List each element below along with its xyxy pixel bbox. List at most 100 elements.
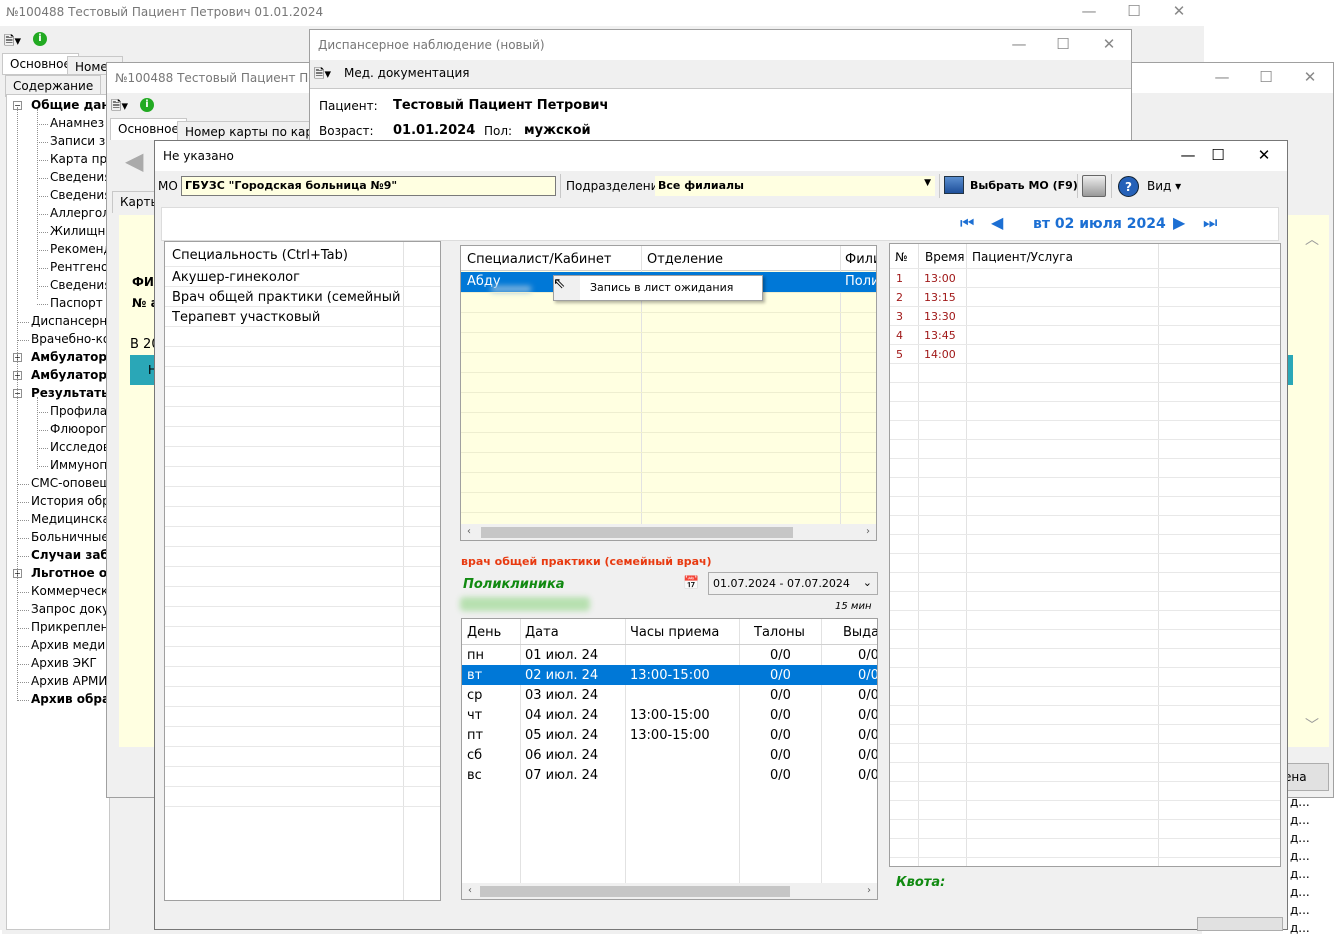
tree-item[interactable]: СМС-оповещ xyxy=(31,476,109,490)
slot-number[interactable]: 5 xyxy=(896,348,903,361)
week-date[interactable]: 01 июл. 24 xyxy=(525,648,598,663)
info-icon[interactable]: i xyxy=(33,32,47,46)
mo-field[interactable]: ГБУЗС "Городская больница №9" xyxy=(181,176,556,196)
scroll-right-icon[interactable]: › xyxy=(860,524,876,540)
week-date[interactable]: 04 июл. 24 xyxy=(525,708,598,723)
specialty-item[interactable]: Врач общей практики (семейный ... xyxy=(172,290,402,305)
document-menu-icon[interactable]: 🗎▾ xyxy=(4,32,22,49)
calendar-icon[interactable]: 📅 xyxy=(683,576,699,591)
maximize-button[interactable]: ☐ xyxy=(1251,66,1281,88)
week-hours[interactable]: 13:00-15:00 xyxy=(630,728,710,743)
scroll-left-icon[interactable]: ‹ xyxy=(462,883,478,899)
column-header[interactable]: Время xyxy=(925,250,965,264)
first-page-icon[interactable]: ⏮ xyxy=(960,213,974,233)
slot-number[interactable]: 4 xyxy=(896,329,903,342)
maximize-button[interactable]: ☐ xyxy=(1203,144,1233,166)
column-header[interactable]: Часы приема xyxy=(630,625,719,640)
week-issued[interactable]: 0/0 xyxy=(858,688,877,703)
slot-time[interactable]: 13:15 xyxy=(924,291,956,304)
tree-item[interactable]: Сведения xyxy=(50,188,109,202)
week-issued[interactable]: 0/0 xyxy=(858,648,877,663)
tree-item[interactable]: Рекоменд xyxy=(50,242,109,256)
bottom-button[interactable] xyxy=(1197,917,1283,931)
week-issued[interactable]: 0/0 xyxy=(858,748,877,763)
slot-time[interactable]: 13:45 xyxy=(924,329,956,342)
scrollbar-thumb[interactable] xyxy=(480,886,790,897)
week-tickets[interactable]: 0/0 xyxy=(770,668,791,683)
week-day[interactable]: сб xyxy=(467,748,482,763)
close-button[interactable]: ✕ xyxy=(1094,33,1124,55)
week-day[interactable]: вс xyxy=(467,768,482,783)
tree-item[interactable]: Медицинская xyxy=(31,512,109,526)
tree-item[interactable]: Общие данн xyxy=(31,98,109,112)
tree-item[interactable]: Рентгенов xyxy=(50,260,109,274)
column-header[interactable]: Талоны xyxy=(754,625,805,640)
slot-time[interactable]: 13:00 xyxy=(924,272,956,285)
help-icon[interactable]: ? xyxy=(1118,176,1139,197)
tree-item[interactable]: Анамнез ж xyxy=(50,116,109,130)
week-date[interactable]: 02 июл. 24 xyxy=(525,668,598,683)
tree-item[interactable]: Запрос докум xyxy=(31,602,109,616)
slot-time[interactable]: 14:00 xyxy=(924,348,956,361)
specialty-item[interactable]: Терапевт участковый xyxy=(172,310,402,325)
scroll-down-icon[interactable]: ﹀ xyxy=(1305,715,1319,735)
week-day[interactable]: пт xyxy=(467,728,483,743)
tree-item[interactable]: Сведения xyxy=(50,170,109,184)
close-button[interactable]: ✕ xyxy=(1295,66,1325,88)
tree-item[interactable]: Прикрепленн xyxy=(31,620,109,634)
document-menu-icon[interactable]: 🗎▾ xyxy=(314,65,331,87)
week-date[interactable]: 07 июл. 24 xyxy=(525,768,598,783)
week-day[interactable]: вт xyxy=(467,668,482,683)
column-header[interactable]: Пациент/Услуга xyxy=(972,250,1073,264)
tree-item[interactable]: Жилищно xyxy=(50,224,109,238)
scroll-left-icon[interactable]: ‹ xyxy=(461,524,477,540)
column-header[interactable]: Отделение xyxy=(647,252,723,267)
tree-item[interactable]: Амбулаторна xyxy=(31,350,109,364)
column-header[interactable]: Выда xyxy=(843,625,877,640)
tree-item[interactable]: Льготное обе xyxy=(31,566,109,580)
maximize-button[interactable]: ☐ xyxy=(1119,0,1149,22)
slot-time[interactable]: 13:30 xyxy=(924,310,956,323)
week-tickets[interactable]: 0/0 xyxy=(770,748,791,763)
current-date[interactable]: вт 02 июля 2024 xyxy=(1033,216,1166,232)
tree-item[interactable]: Больничные xyxy=(31,530,109,544)
week-date[interactable]: 03 июл. 24 xyxy=(525,688,598,703)
tree-item[interactable]: Врачебно-ко xyxy=(31,332,109,346)
date-range-select[interactable]: 01.07.2024 - 07.07.2024 ⌄ xyxy=(708,572,878,595)
close-button[interactable]: ✕ xyxy=(1249,144,1279,166)
med-docs-menu[interactable]: Мед. документация xyxy=(344,66,469,80)
specialty-header[interactable]: Специальность (Ctrl+Tab) xyxy=(172,248,348,263)
info-icon[interactable]: i xyxy=(140,98,154,112)
tree-item[interactable]: Профилак xyxy=(50,404,109,418)
choose-mo-button[interactable]: Выбрать МО (F9) xyxy=(944,174,1078,198)
tree-item[interactable]: Флюорогр xyxy=(50,422,109,436)
minimize-button[interactable]: — xyxy=(1207,66,1237,88)
tab-main[interactable]: Основное xyxy=(110,118,187,140)
column-header[interactable]: День xyxy=(467,625,501,640)
week-issued[interactable]: 0/0 xyxy=(858,768,877,783)
week-tickets[interactable]: 0/0 xyxy=(770,768,791,783)
next-page-icon[interactable]: ▶ xyxy=(1173,213,1185,232)
last-page-icon[interactable]: ⏭ xyxy=(1203,213,1217,233)
week-issued[interactable]: 0/0 xyxy=(858,668,877,683)
week-hours[interactable]: 13:00-15:00 xyxy=(630,708,710,723)
tree-item[interactable]: Исследов xyxy=(50,440,109,454)
tree-item[interactable]: Результаты н xyxy=(31,386,109,400)
tree-item[interactable]: Диспансерно xyxy=(31,314,109,328)
column-header[interactable]: Фили xyxy=(845,252,876,267)
context-menu-item-waitlist[interactable]: Запись в лист ожидания xyxy=(590,281,733,294)
minimize-button[interactable]: — xyxy=(1004,33,1034,55)
slot-number[interactable]: 2 xyxy=(896,291,903,304)
week-issued[interactable]: 0/0 xyxy=(858,708,877,723)
tree-item[interactable]: Архив АРМИС xyxy=(31,674,109,688)
week-day[interactable]: ср xyxy=(467,688,482,703)
tree-item[interactable]: Сведения xyxy=(50,278,109,292)
week-tickets[interactable]: 0/0 xyxy=(770,648,791,663)
tree-item[interactable]: Паспорт п xyxy=(50,296,109,310)
close-button[interactable]: ✕ xyxy=(1164,0,1194,22)
week-tickets[interactable]: 0/0 xyxy=(770,728,791,743)
scroll-up-icon[interactable]: ︿ xyxy=(1305,229,1319,249)
back-arrow-icon[interactable]: ◀ xyxy=(125,147,147,175)
week-date[interactable]: 05 июл. 24 xyxy=(525,728,598,743)
week-day[interactable]: чт xyxy=(467,708,482,723)
